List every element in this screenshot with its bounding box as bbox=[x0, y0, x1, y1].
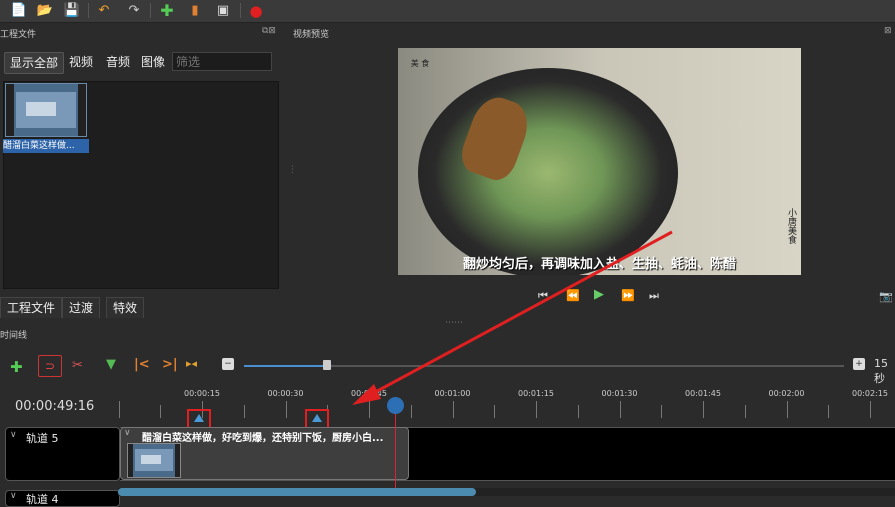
snap-icon[interactable]: ⊃ bbox=[38, 355, 62, 377]
preview-panel-title: 视频预览 bbox=[293, 30, 330, 40]
playhead-line bbox=[395, 412, 396, 488]
center-playhead-icon[interactable]: ▸◂ bbox=[186, 357, 197, 370]
chevron-down-icon[interactable]: ∨ bbox=[10, 430, 17, 440]
thumbnail-image bbox=[6, 84, 86, 136]
zoom-out-icon[interactable]: − bbox=[222, 358, 234, 370]
filter-tab-audio[interactable]: 音频 bbox=[101, 52, 135, 72]
ruler-label: 00:00:30 bbox=[267, 389, 304, 398]
ruler-tick bbox=[494, 405, 496, 418]
zoom-slider-fill bbox=[244, 365, 328, 367]
main-toolbar: 📄 📂 💾 ↶ ↷ ✚ ▮ ▣ ● bbox=[0, 0, 895, 23]
ruler-tick bbox=[536, 401, 537, 418]
file-label[interactable]: 醋溜白菜这样做... bbox=[3, 139, 89, 153]
scrollbar-thumb[interactable] bbox=[118, 488, 476, 496]
track-name: 轨道 5 bbox=[26, 432, 59, 445]
ruler-label: 00:02:00 bbox=[768, 389, 805, 398]
tab-project-files[interactable]: 工程文件 bbox=[0, 297, 63, 318]
ruler-label: 00:00:45 bbox=[351, 389, 387, 398]
clip-title: 醋溜白菜这样做，好吃到爆，还特别下饭，厨房小白... bbox=[142, 433, 384, 444]
video-watermark: 小唐美食 bbox=[786, 208, 796, 244]
filter-tab-all[interactable]: 显示全部 bbox=[4, 52, 65, 74]
ruler-label: 00:02:15 bbox=[852, 389, 888, 398]
ruler-tick bbox=[118, 401, 120, 418]
tab-effects[interactable]: 特效 bbox=[106, 297, 145, 318]
jump-end-icon[interactable]: ⏭ bbox=[649, 289, 659, 303]
file-thumbnail[interactable] bbox=[5, 83, 87, 137]
tab-transitions[interactable]: 过渡 bbox=[62, 297, 101, 318]
zoom-in-icon[interactable]: + bbox=[853, 358, 865, 370]
marker-icon[interactable] bbox=[312, 414, 322, 422]
fast-forward-icon[interactable]: ⏩ bbox=[621, 289, 635, 302]
ruler-tick bbox=[870, 401, 871, 418]
project-panel-title: 工程文件 bbox=[0, 30, 37, 40]
ruler-label: 00:01:15 bbox=[518, 389, 554, 398]
panel-splitter[interactable]: ⋯⋯ bbox=[445, 318, 463, 328]
ruler-tick bbox=[369, 401, 370, 418]
dock-buttons[interactable]: ⧉⊠ bbox=[262, 26, 276, 36]
play-icon[interactable]: ▶ bbox=[594, 287, 604, 302]
export-video-icon[interactable]: ▣ bbox=[214, 2, 232, 19]
clip-chevron-icon[interactable]: ∨ bbox=[124, 428, 131, 438]
ruler-tick bbox=[243, 405, 245, 418]
splitter-handle[interactable]: ⋮ bbox=[288, 165, 297, 175]
add-marker-icon[interactable]: ▼ bbox=[106, 357, 116, 372]
video-frame: 美 食 小唐美食 翻炒均匀后，再调味加入盐、生抽、蚝油、陈醋 bbox=[398, 48, 801, 275]
ruler-tick bbox=[619, 401, 621, 418]
timeline-title: 时间线 bbox=[0, 331, 28, 341]
ruler-tick bbox=[285, 401, 287, 418]
filter-tab-image[interactable]: 图像 bbox=[136, 52, 170, 72]
next-marker-icon[interactable]: >| bbox=[162, 357, 178, 372]
ruler-tick bbox=[703, 401, 704, 418]
ruler-label: 00:00:15 bbox=[184, 389, 220, 398]
playhead-handle[interactable] bbox=[387, 397, 404, 414]
ruler-tick bbox=[661, 405, 663, 418]
track-header[interactable]: ∨ 轨道 4 bbox=[5, 490, 120, 507]
ruler-tick bbox=[744, 405, 746, 418]
rewind-icon[interactable]: ⏪ bbox=[566, 289, 580, 302]
undo-icon[interactable]: ↶ bbox=[95, 2, 113, 19]
save-file-icon[interactable]: 💾 bbox=[63, 2, 81, 19]
jump-start-icon[interactable]: ⏮ bbox=[538, 289, 548, 303]
ruler-label: 00:01:30 bbox=[601, 389, 638, 398]
zoom-slider-handle[interactable] bbox=[323, 360, 331, 370]
razor-icon[interactable]: ✂ bbox=[72, 358, 83, 373]
open-file-icon[interactable]: 📂 bbox=[36, 2, 54, 19]
marker-icon[interactable] bbox=[194, 414, 204, 422]
new-file-icon[interactable]: 📄 bbox=[10, 2, 28, 19]
record-icon[interactable]: ● bbox=[247, 2, 265, 20]
filter-input[interactable] bbox=[172, 52, 272, 71]
video-pan bbox=[418, 68, 678, 275]
ruler-tick bbox=[786, 401, 788, 418]
ruler-tick bbox=[452, 401, 454, 418]
previous-marker-icon[interactable]: |< bbox=[134, 357, 150, 372]
add-track-icon[interactable]: ✚ bbox=[10, 358, 23, 376]
video-logo: 美 食 bbox=[410, 59, 430, 68]
chevron-down-icon[interactable]: ∨ bbox=[10, 491, 17, 501]
add-icon[interactable]: ✚ bbox=[158, 1, 176, 20]
camera-icon[interactable]: 📷 bbox=[879, 290, 893, 303]
filter-tab-video[interactable]: 视频 bbox=[64, 52, 98, 72]
track-header[interactable]: ∨ 轨道 5 bbox=[5, 427, 120, 481]
preview-dock-buttons[interactable]: ⊠ bbox=[884, 26, 892, 36]
ruler-tick bbox=[410, 405, 412, 418]
timecode-display: 00:00:49:16 bbox=[15, 399, 95, 414]
ruler-label: 00:01:45 bbox=[685, 389, 721, 398]
video-subtitle: 翻炒均匀后，再调味加入盐、生抽、蚝油、陈醋 bbox=[462, 257, 736, 272]
ruler-label: 00:01:00 bbox=[434, 389, 471, 398]
clip-thumbnail-image bbox=[128, 444, 180, 477]
ruler-tick bbox=[577, 405, 579, 418]
zoom-slider-track[interactable] bbox=[244, 365, 844, 367]
zoom-label: 15秒 bbox=[874, 357, 888, 385]
redo-icon[interactable]: ↷ bbox=[125, 2, 143, 19]
ruler-tick bbox=[828, 405, 830, 418]
ruler-tick bbox=[160, 405, 162, 418]
import-clip-icon[interactable]: ▮ bbox=[186, 2, 204, 19]
clip-thumbnail bbox=[127, 443, 181, 478]
